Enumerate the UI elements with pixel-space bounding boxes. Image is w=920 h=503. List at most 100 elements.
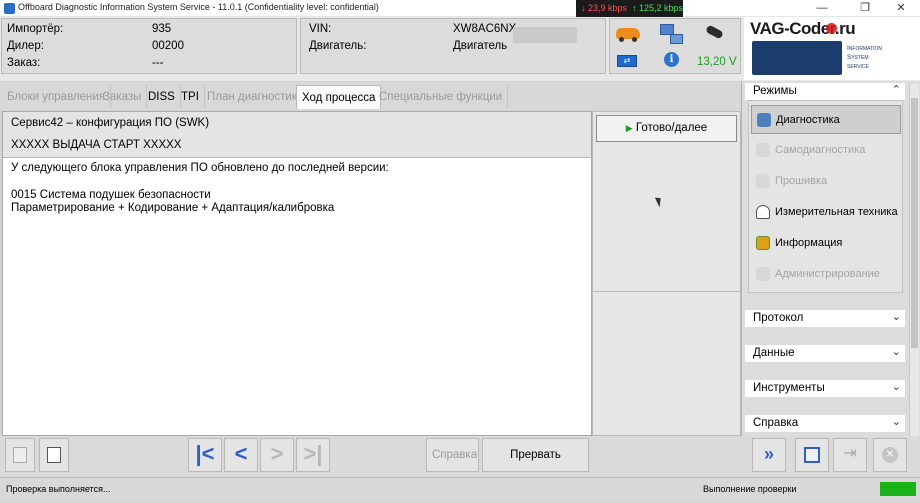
importer-label: Импортёр: bbox=[7, 23, 64, 35]
vehicle-info-header: Импортёр: 935 Дилер: 00200 Заказ: --- VI… bbox=[0, 17, 920, 81]
info-icon[interactable]: i bbox=[664, 52, 679, 67]
section-label: Справка bbox=[753, 417, 799, 429]
zoom-in-icon[interactable] bbox=[39, 438, 69, 472]
cancel-icon[interactable]: ✕ bbox=[873, 438, 907, 472]
engine-label: Двигатель: bbox=[309, 40, 367, 52]
divider bbox=[593, 291, 740, 292]
process-subtitle: XXXXX ВЫДАЧА СТАРТ XXXXX bbox=[3, 134, 591, 158]
process-message: У следующего блока управления ПО обновле… bbox=[3, 158, 591, 220]
admin-icon bbox=[756, 267, 770, 281]
process-title: Сервис42 – конфигурация ПО (SWK) bbox=[3, 112, 591, 134]
vin-redaction bbox=[513, 27, 577, 43]
dealer-info-box: Импортёр: 935 Дилер: 00200 Заказ: --- bbox=[1, 18, 297, 74]
mode-information[interactable]: Информация bbox=[751, 229, 901, 258]
logo-car-graphic bbox=[752, 41, 842, 75]
mode-label: Информация bbox=[775, 237, 843, 249]
logo-caption-line: System bbox=[847, 54, 869, 61]
net-download-value: 23,9 kbps bbox=[588, 3, 628, 13]
process-panel: Сервис42 – конфигурация ПО (SWK) XXXXX В… bbox=[2, 111, 592, 436]
tab-special-functions[interactable]: Специальные функции bbox=[374, 85, 509, 109]
status-right-text: Выполнение проверки bbox=[703, 484, 797, 494]
right-scrollbar[interactable] bbox=[909, 84, 919, 436]
books-icon bbox=[756, 236, 770, 250]
next-page-icon[interactable]: > bbox=[260, 438, 294, 472]
mode-measurement[interactable]: Измерительная техника bbox=[751, 198, 901, 227]
bottom-toolbar: |< < > >| Справка Прервать проверку » ⇥ … bbox=[0, 436, 920, 493]
mode-label: Прошивка bbox=[775, 175, 828, 187]
tab-bar: Блоки управления Заказы DISS TPI План ди… bbox=[0, 82, 740, 111]
protocol-section-header[interactable]: Протокол ⌄ bbox=[745, 310, 905, 327]
tools-section-header[interactable]: Инструменты ⌄ bbox=[745, 380, 905, 397]
first-page-icon[interactable]: |< bbox=[188, 438, 222, 472]
flash-icon bbox=[756, 174, 770, 188]
maximize-button[interactable]: ❐ bbox=[846, 0, 884, 17]
right-sidebar: Режимы ⌃ Диагностика Самодиагностика Про… bbox=[741, 81, 920, 436]
connection-status-box: ⇄ i 13,20 V bbox=[609, 18, 741, 74]
modes-header-label: Режимы bbox=[753, 85, 797, 97]
engine-value: Двигатель bbox=[453, 40, 508, 52]
net-upload-value: 125,2 kbps bbox=[639, 3, 684, 13]
chevron-down-icon: ⌄ bbox=[891, 416, 901, 428]
logo-brand: VAG-Coder.ru bbox=[750, 19, 856, 38]
message-line: У следующего блока управления ПО обновле… bbox=[11, 162, 389, 174]
vag-coder-logo: VAG-Coder.ru Information System service bbox=[744, 17, 920, 80]
control-unit-actions: Параметрирование + Кодирование + Адаптац… bbox=[11, 202, 335, 214]
section-label: Протокол bbox=[753, 312, 804, 324]
key-icon[interactable] bbox=[705, 24, 724, 40]
mode-diagnostics[interactable]: Диагностика bbox=[751, 105, 901, 134]
fullscreen-icon[interactable] bbox=[795, 438, 829, 472]
action-column: ▶ Готово/далее bbox=[592, 111, 741, 436]
help-section-header[interactable]: Справка ⌄ bbox=[745, 415, 905, 432]
battery-voltage: 13,20 V bbox=[697, 56, 737, 68]
network-computer-icon bbox=[670, 34, 683, 44]
section-label: Инструменты bbox=[753, 382, 825, 394]
mode-flashing[interactable]: Прошивка bbox=[751, 167, 901, 196]
order-value: --- bbox=[152, 57, 164, 69]
net-upload-indicator: ↑ 125,2 kbps bbox=[627, 0, 683, 17]
exit-icon[interactable]: ⇥ bbox=[833, 438, 867, 472]
car-wheel-icon bbox=[632, 37, 637, 42]
previous-page-icon[interactable]: < bbox=[224, 438, 258, 472]
order-label: Заказ: bbox=[7, 57, 41, 69]
mode-self-diagnosis[interactable]: Самодиагностика bbox=[751, 136, 901, 165]
window-title: Offboard Diagnostic Information System S… bbox=[18, 2, 379, 12]
abort-test-button[interactable]: Прервать проверку bbox=[482, 438, 589, 493]
tab-process[interactable]: Ход процесса bbox=[296, 85, 382, 109]
logo-red-mark bbox=[826, 23, 837, 34]
modes-header[interactable]: Режимы ⌃ bbox=[745, 83, 905, 100]
close-window-button[interactable]: ✕ bbox=[882, 0, 920, 17]
net-download-indicator: ↓ 23,9 kbps bbox=[576, 0, 634, 17]
app-icon bbox=[4, 3, 15, 14]
progress-indicator bbox=[880, 482, 916, 496]
zoom-out-icon[interactable] bbox=[5, 438, 35, 472]
last-page-icon[interactable]: >| bbox=[296, 438, 330, 472]
section-label: Данные bbox=[753, 347, 795, 359]
tab-orders[interactable]: Заказы bbox=[98, 85, 148, 109]
data-section-header[interactable]: Данные ⌄ bbox=[745, 345, 905, 362]
ready-next-button[interactable]: ▶ Готово/далее bbox=[596, 115, 737, 142]
mode-label: Измерительная техника bbox=[775, 206, 898, 218]
up-arrow-icon: ↑ bbox=[632, 3, 637, 13]
status-left-text: Проверка выполняется... bbox=[6, 484, 111, 494]
stethoscope-icon bbox=[757, 113, 771, 127]
fast-forward-icon[interactable]: » bbox=[752, 438, 786, 472]
importer-value: 935 bbox=[152, 23, 172, 35]
mode-label: Самодиагностика bbox=[775, 144, 866, 156]
modes-list: Диагностика Самодиагностика Прошивка Изм… bbox=[748, 100, 903, 293]
ready-next-label: Готово/далее bbox=[635, 122, 708, 134]
tab-control-units[interactable]: Блоки управления bbox=[2, 85, 112, 109]
vin-label: VIN: bbox=[309, 23, 332, 35]
minimize-button[interactable]: — bbox=[803, 0, 841, 17]
logo-caption-line: Information bbox=[847, 45, 883, 52]
usb-icon[interactable]: ⇄ bbox=[617, 55, 637, 67]
dealer-value: 00200 bbox=[152, 40, 184, 52]
vehicle-info-box: VIN: XW8AC6NX Двигатель: Двигатель bbox=[300, 18, 606, 74]
tab-tpi[interactable]: TPI bbox=[176, 85, 205, 109]
chevron-down-icon: ⌄ bbox=[891, 381, 901, 393]
mode-administration[interactable]: Администрирование bbox=[751, 260, 901, 289]
title-bar: Offboard Diagnostic Information System S… bbox=[0, 0, 920, 17]
help-button[interactable]: Справка bbox=[426, 438, 479, 472]
scrollbar-thumb[interactable] bbox=[911, 98, 918, 348]
tab-diagnostic-plan[interactable]: План диагностики bbox=[202, 85, 310, 109]
logo-caption: Information System service bbox=[847, 44, 882, 71]
